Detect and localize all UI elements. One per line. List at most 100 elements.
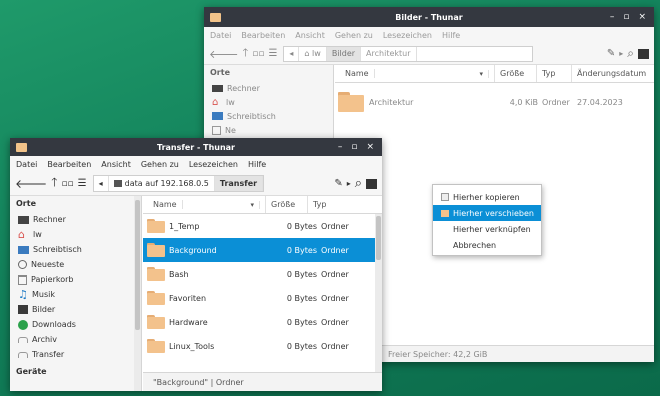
menu-datei[interactable]: Datei <box>16 160 37 169</box>
search-icon[interactable]: ⌕ <box>355 176 362 191</box>
menu-hilfe[interactable]: Hilfe <box>442 31 460 40</box>
list-view-icon[interactable]: ☰ <box>268 48 277 59</box>
sidebar-item-neueste[interactable]: Neueste <box>10 257 141 272</box>
icon-view-icon[interactable]: ▫▫ <box>61 179 73 189</box>
menu-hilfe[interactable]: Hilfe <box>248 160 266 169</box>
sort-desc-icon: ▾ <box>474 69 489 78</box>
menu-datei[interactable]: Datei <box>210 31 231 40</box>
back-arrow-icon[interactable]: 🡐 <box>15 176 47 191</box>
column-size[interactable]: Größe <box>495 65 537 82</box>
column-type[interactable]: Typ <box>537 65 572 82</box>
edit-path-icon[interactable]: ✎ <box>607 48 615 59</box>
menu-gehen-zu[interactable]: Gehen zu <box>335 31 373 40</box>
row-size: 0 Bytes <box>286 293 317 303</box>
home-crumb[interactable]: ⌂ lw <box>299 46 327 61</box>
list-view-icon[interactable]: ☰ <box>78 178 87 189</box>
search-icon[interactable]: ⌕ <box>627 46 634 61</box>
sidebar-item-transfer[interactable]: Transfer <box>10 347 141 362</box>
table-row[interactable]: Architektur 4,0 KiB Ordner 27.04.2023 <box>335 87 654 117</box>
sidebar-heading-orte: Orte <box>210 68 230 77</box>
minimize-button[interactable]: – <box>610 12 615 22</box>
row-name: Architektur <box>369 97 414 107</box>
bilder-column-header: Name ▾ Größe Typ Änderungsdatum <box>335 65 654 83</box>
sidebar-item-ne[interactable]: Ne <box>204 123 333 137</box>
menu-lesezeichen[interactable]: Lesezeichen <box>383 31 432 40</box>
menu-lesezeichen[interactable]: Lesezeichen <box>189 160 238 169</box>
back-arrow-icon[interactable]: 🡐 <box>209 47 239 61</box>
row-type: Ordner <box>321 245 349 255</box>
menu-item-cancel[interactable]: Abbrechen <box>433 237 541 253</box>
computer-icon <box>18 215 29 224</box>
menu-item-copy-here[interactable]: Hierher kopieren <box>433 189 541 205</box>
maximize-button[interactable]: ▫ <box>623 12 629 22</box>
path-right-arrow[interactable]: ▸ <box>347 179 351 188</box>
menu-bearbeiten[interactable]: Bearbeiten <box>241 31 285 40</box>
sidebar-item-lw[interactable]: ⌂ lw <box>10 227 141 242</box>
bilder-titlebar[interactable]: Bilder - Thunar – ▫ × <box>204 7 654 27</box>
sidebar-item-musik[interactable]: ♫ Musik <box>10 287 141 302</box>
path-left-arrow[interactable]: ◂ <box>94 176 109 191</box>
column-name[interactable]: Name ▾ <box>335 65 495 82</box>
transfer-pathbar: ◂ data auf 192.168.0.5 Transfer <box>92 175 265 192</box>
sidebar-item-schreibtisch[interactable]: Schreibtisch <box>10 242 141 257</box>
menu-gehen-zu[interactable]: Gehen zu <box>141 160 179 169</box>
row-type: Ordner <box>321 341 349 351</box>
terminal-icon[interactable] <box>366 178 377 189</box>
sidebar-item-bilder[interactable]: Bilder <box>10 302 141 317</box>
file-list-scrollbar[interactable] <box>375 214 382 372</box>
column-type[interactable]: Typ <box>308 196 368 213</box>
row-name: Bash <box>169 269 189 279</box>
transfer-file-list[interactable]: Name ▾ Größe Typ 1_Temp 0 Bytes Ordner B… <box>143 196 382 372</box>
sidebar-item-papierkorb[interactable]: Papierkorb <box>10 272 141 287</box>
transfer-titlebar[interactable]: Transfer - Thunar – ▫ × <box>10 138 382 156</box>
sidebar-item-schreibtisch[interactable]: Schreibtisch <box>204 109 333 123</box>
close-button[interactable]: × <box>638 12 646 22</box>
sidebar-scrollbar[interactable] <box>134 196 141 391</box>
row-type: Ordner <box>542 97 570 107</box>
table-row-selected[interactable]: Background 0 Bytes Ordner <box>143 238 382 262</box>
crumb-transfer[interactable]: Transfer <box>214 176 264 191</box>
menu-item-move-here[interactable]: Hierher verschieben <box>433 205 541 221</box>
column-size[interactable]: Größe <box>266 196 308 213</box>
sidebar-item-archiv[interactable]: Archiv <box>10 332 141 347</box>
table-row[interactable]: Bash 0 Bytes Ordner <box>143 262 382 286</box>
crumb-architektur[interactable]: Architektur <box>361 46 417 61</box>
table-row[interactable]: Linux_Tools 0 Bytes Ordner <box>143 334 382 358</box>
sidebar-heading-orte: Orte <box>16 199 36 208</box>
file-list-scrollbar-thumb[interactable] <box>376 216 381 260</box>
minimize-button[interactable]: – <box>338 142 343 152</box>
sort-desc-icon: ▾ <box>245 200 260 209</box>
transfer-menubar: Datei Bearbeiten Ansicht Gehen zu Leseze… <box>10 156 382 172</box>
sidebar-item-rechner[interactable]: Rechner <box>10 212 141 227</box>
sidebar-item-rechner[interactable]: Rechner <box>204 81 333 95</box>
crumb-network-share[interactable]: data auf 192.168.0.5 <box>109 176 215 191</box>
path-right-arrow[interactable]: ▸ <box>619 49 623 58</box>
maximize-button[interactable]: ▫ <box>351 142 357 152</box>
menu-ansicht[interactable]: Ansicht <box>295 31 325 40</box>
edit-path-icon[interactable]: ✎ <box>334 178 342 189</box>
crumb-bilder[interactable]: Bilder <box>326 46 362 61</box>
table-row[interactable]: Hardware 0 Bytes Ordner <box>143 310 382 334</box>
table-row[interactable]: Favoriten 0 Bytes Ordner <box>143 286 382 310</box>
column-date[interactable]: Änderungsdatum <box>572 65 654 82</box>
menu-item-link-here[interactable]: Hierher verknüpfen <box>433 221 541 237</box>
sidebar-scrollbar-thumb[interactable] <box>135 200 140 330</box>
menu-bearbeiten[interactable]: Bearbeiten <box>47 160 91 169</box>
up-arrow-icon[interactable]: 🡑 <box>243 44 249 63</box>
up-arrow-icon[interactable]: 🡑 <box>51 173 57 194</box>
path-left-arrow[interactable]: ◂ <box>284 46 300 61</box>
bilder-pathbar: ◂ ⌂ lw Bilder Architektur <box>283 45 534 62</box>
sidebar-item-lw[interactable]: ⌂ lw <box>204 95 333 109</box>
pictures-icon <box>18 305 28 314</box>
close-button[interactable]: × <box>366 142 374 152</box>
status-selection: "Background" | Ordner <box>153 377 244 387</box>
folder-icon <box>147 291 165 305</box>
menu-ansicht[interactable]: Ansicht <box>101 160 131 169</box>
column-name[interactable]: Name ▾ <box>143 196 266 213</box>
copy-icon <box>441 193 449 201</box>
transfer-window[interactable]: Transfer - Thunar – ▫ × Datei Bearbeiten… <box>10 138 382 391</box>
table-row[interactable]: 1_Temp 0 Bytes Ordner <box>143 214 382 238</box>
icon-view-icon[interactable]: ▫▫ <box>252 49 264 59</box>
sidebar-item-downloads[interactable]: Downloads <box>10 317 141 332</box>
terminal-icon[interactable] <box>638 48 649 59</box>
